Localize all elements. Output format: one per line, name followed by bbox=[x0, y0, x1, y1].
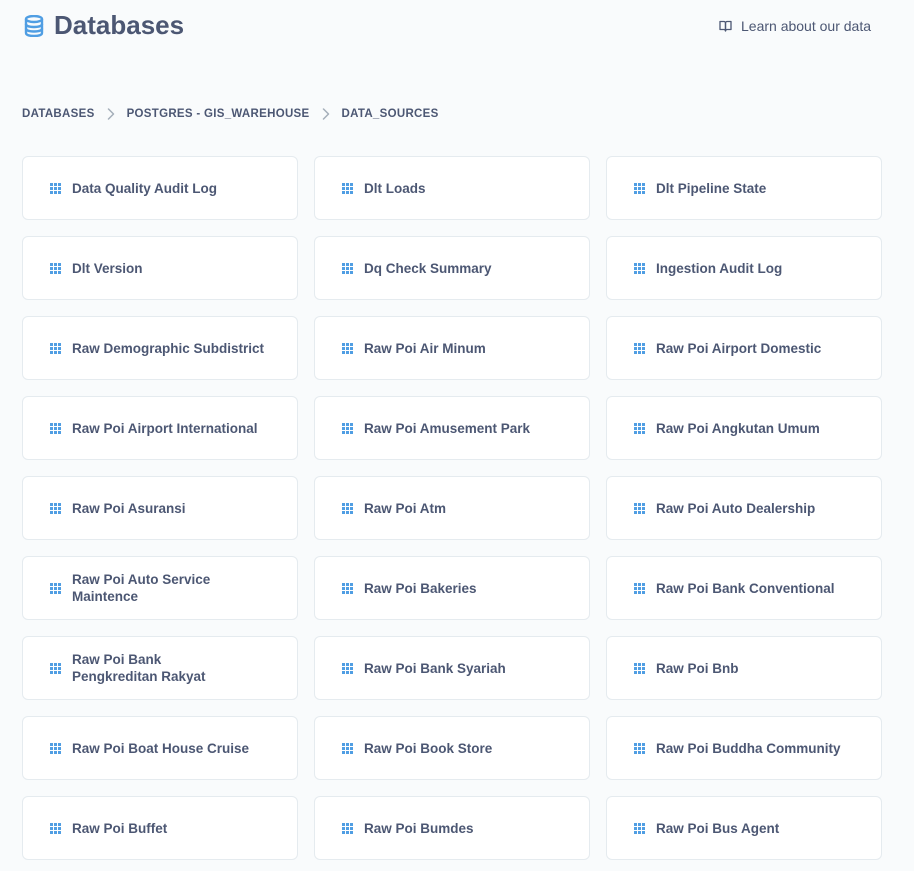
table-grid-icon bbox=[342, 662, 353, 674]
table-card-label: Ingestion Audit Log bbox=[656, 260, 783, 276]
table-grid-icon bbox=[634, 662, 645, 674]
table-card-label: Raw Poi Bank Syariah bbox=[364, 660, 506, 676]
table-card[interactable]: Raw Demographic Subdistrict bbox=[22, 316, 298, 380]
table-grid-icon bbox=[50, 662, 61, 674]
table-grid-icon bbox=[634, 422, 645, 434]
table-card[interactable]: Raw Poi Auto Dealership bbox=[606, 476, 882, 540]
table-card-label: Raw Poi Angkutan Umum bbox=[656, 420, 820, 436]
title-group: Databases bbox=[24, 10, 184, 41]
table-card-label: Raw Poi Amusement Park bbox=[364, 420, 531, 436]
table-card[interactable]: Raw Poi Book Store bbox=[314, 716, 590, 780]
learn-about-data-link[interactable]: Learn about our data bbox=[719, 18, 871, 34]
table-card[interactable]: Raw Poi Bus Agent bbox=[606, 796, 882, 860]
table-grid-icon bbox=[50, 182, 61, 194]
chevron-right-icon bbox=[322, 108, 329, 120]
table-card[interactable]: Raw Poi Boat House Cruise bbox=[22, 716, 298, 780]
page-header: Databases Learn about our data bbox=[0, 0, 914, 56]
table-grid-icon bbox=[342, 182, 353, 194]
table-card[interactable]: Raw Poi Bank Conventional bbox=[606, 556, 882, 620]
table-card[interactable]: Raw Poi Auto Service Maintence bbox=[22, 556, 298, 620]
table-card-label: Data Quality Audit Log bbox=[72, 180, 217, 196]
table-card[interactable]: Data Quality Audit Log bbox=[22, 156, 298, 220]
breadcrumb-database[interactable]: POSTGRES - GIS_WAREHOUSE bbox=[127, 108, 310, 120]
table-card[interactable]: Raw Poi Airport Domestic bbox=[606, 316, 882, 380]
table-grid-icon bbox=[634, 822, 645, 834]
table-grid-icon bbox=[342, 422, 353, 434]
table-card-label: Dlt Loads bbox=[364, 180, 426, 196]
table-grid-icon bbox=[342, 742, 353, 754]
breadcrumb-databases[interactable]: DATABASES bbox=[22, 108, 95, 120]
table-card[interactable]: Raw Poi Bank Syariah bbox=[314, 636, 590, 700]
breadcrumb-schema: DATA_SOURCES bbox=[341, 108, 439, 120]
table-card-label: Dlt Version bbox=[72, 260, 143, 276]
table-card[interactable]: Raw Poi Air Minum bbox=[314, 316, 590, 380]
chevron-right-icon bbox=[107, 108, 114, 120]
database-icon bbox=[24, 14, 44, 37]
table-grid-icon bbox=[50, 422, 61, 434]
table-card-label: Raw Poi Buddha Community bbox=[656, 740, 841, 756]
table-card[interactable]: Raw Poi Airport International bbox=[22, 396, 298, 460]
table-card-label: Raw Poi Auto Dealership bbox=[656, 500, 816, 516]
breadcrumb: DATABASES POSTGRES - GIS_WAREHOUSE DATA_… bbox=[22, 108, 439, 120]
table-grid-icon bbox=[50, 342, 61, 354]
table-card[interactable]: Raw Poi Amusement Park bbox=[314, 396, 590, 460]
table-card-label: Dq Check Summary bbox=[364, 260, 492, 276]
book-icon bbox=[719, 20, 732, 32]
table-grid-icon bbox=[634, 342, 645, 354]
table-card-label: Raw Poi Bank Conventional bbox=[656, 580, 835, 596]
table-card-label: Raw Demographic Subdistrict bbox=[72, 340, 265, 356]
table-card-label: Raw Poi Airport Domestic bbox=[656, 340, 822, 356]
table-card[interactable]: Raw Poi Asuransi bbox=[22, 476, 298, 540]
table-card[interactable]: Raw Poi Bakeries bbox=[314, 556, 590, 620]
table-grid-icon bbox=[50, 502, 61, 514]
table-card-label: Raw Poi Auto Service Maintence bbox=[72, 572, 211, 604]
table-card[interactable]: Raw Poi Atm bbox=[314, 476, 590, 540]
table-card[interactable]: Raw Poi Buddha Community bbox=[606, 716, 882, 780]
table-card-label: Dlt Pipeline State bbox=[656, 180, 767, 196]
table-grid-icon bbox=[50, 822, 61, 834]
table-card[interactable]: Dlt Pipeline State bbox=[606, 156, 882, 220]
table-card[interactable]: Raw Poi Bank Pengkreditan Rakyat bbox=[22, 636, 298, 700]
table-card[interactable]: Raw Poi Bnb bbox=[606, 636, 882, 700]
table-grid-icon bbox=[634, 182, 645, 194]
table-card-label: Raw Poi Bnb bbox=[656, 660, 739, 676]
table-card-label: Raw Poi Bumdes bbox=[364, 820, 474, 836]
table-grid-icon bbox=[634, 582, 645, 594]
table-grid-icon bbox=[342, 582, 353, 594]
table-grid: Data Quality Audit Log Dlt Loads Dlt Pip… bbox=[22, 156, 882, 860]
table-card-label: Raw Poi Bank Pengkreditan Rakyat bbox=[72, 652, 206, 684]
table-card-label: Raw Poi Bus Agent bbox=[656, 820, 780, 836]
table-card[interactable]: Raw Poi Angkutan Umum bbox=[606, 396, 882, 460]
table-card-label: Raw Poi Bakeries bbox=[364, 580, 477, 596]
table-card-label: Raw Poi Asuransi bbox=[72, 500, 186, 516]
table-grid-icon bbox=[342, 342, 353, 354]
table-card[interactable]: Raw Poi Bumdes bbox=[314, 796, 590, 860]
table-grid-icon bbox=[634, 262, 645, 274]
table-grid-icon bbox=[634, 742, 645, 754]
table-grid-icon bbox=[342, 262, 353, 274]
table-card[interactable]: Dlt Loads bbox=[314, 156, 590, 220]
table-grid-icon bbox=[50, 742, 61, 754]
table-card-label: Raw Poi Atm bbox=[364, 500, 447, 516]
table-card-label: Raw Poi Buffet bbox=[72, 820, 168, 836]
table-card-label: Raw Poi Airport International bbox=[72, 420, 258, 436]
table-card[interactable]: Ingestion Audit Log bbox=[606, 236, 882, 300]
table-grid-icon bbox=[342, 822, 353, 834]
table-grid-icon bbox=[50, 262, 61, 274]
table-card-label: Raw Poi Boat House Cruise bbox=[72, 740, 250, 756]
page-title: Databases bbox=[54, 10, 185, 40]
table-card-label: Raw Poi Book Store bbox=[364, 740, 493, 756]
table-grid-icon bbox=[50, 582, 61, 594]
table-grid-icon bbox=[634, 502, 645, 514]
table-card[interactable]: Raw Poi Buffet bbox=[22, 796, 298, 860]
table-card[interactable]: Dlt Version bbox=[22, 236, 298, 300]
table-card-label: Raw Poi Air Minum bbox=[364, 340, 486, 356]
table-grid-icon bbox=[342, 502, 353, 514]
learn-link-label: Learn about our data bbox=[741, 18, 871, 34]
table-card[interactable]: Dq Check Summary bbox=[314, 236, 590, 300]
